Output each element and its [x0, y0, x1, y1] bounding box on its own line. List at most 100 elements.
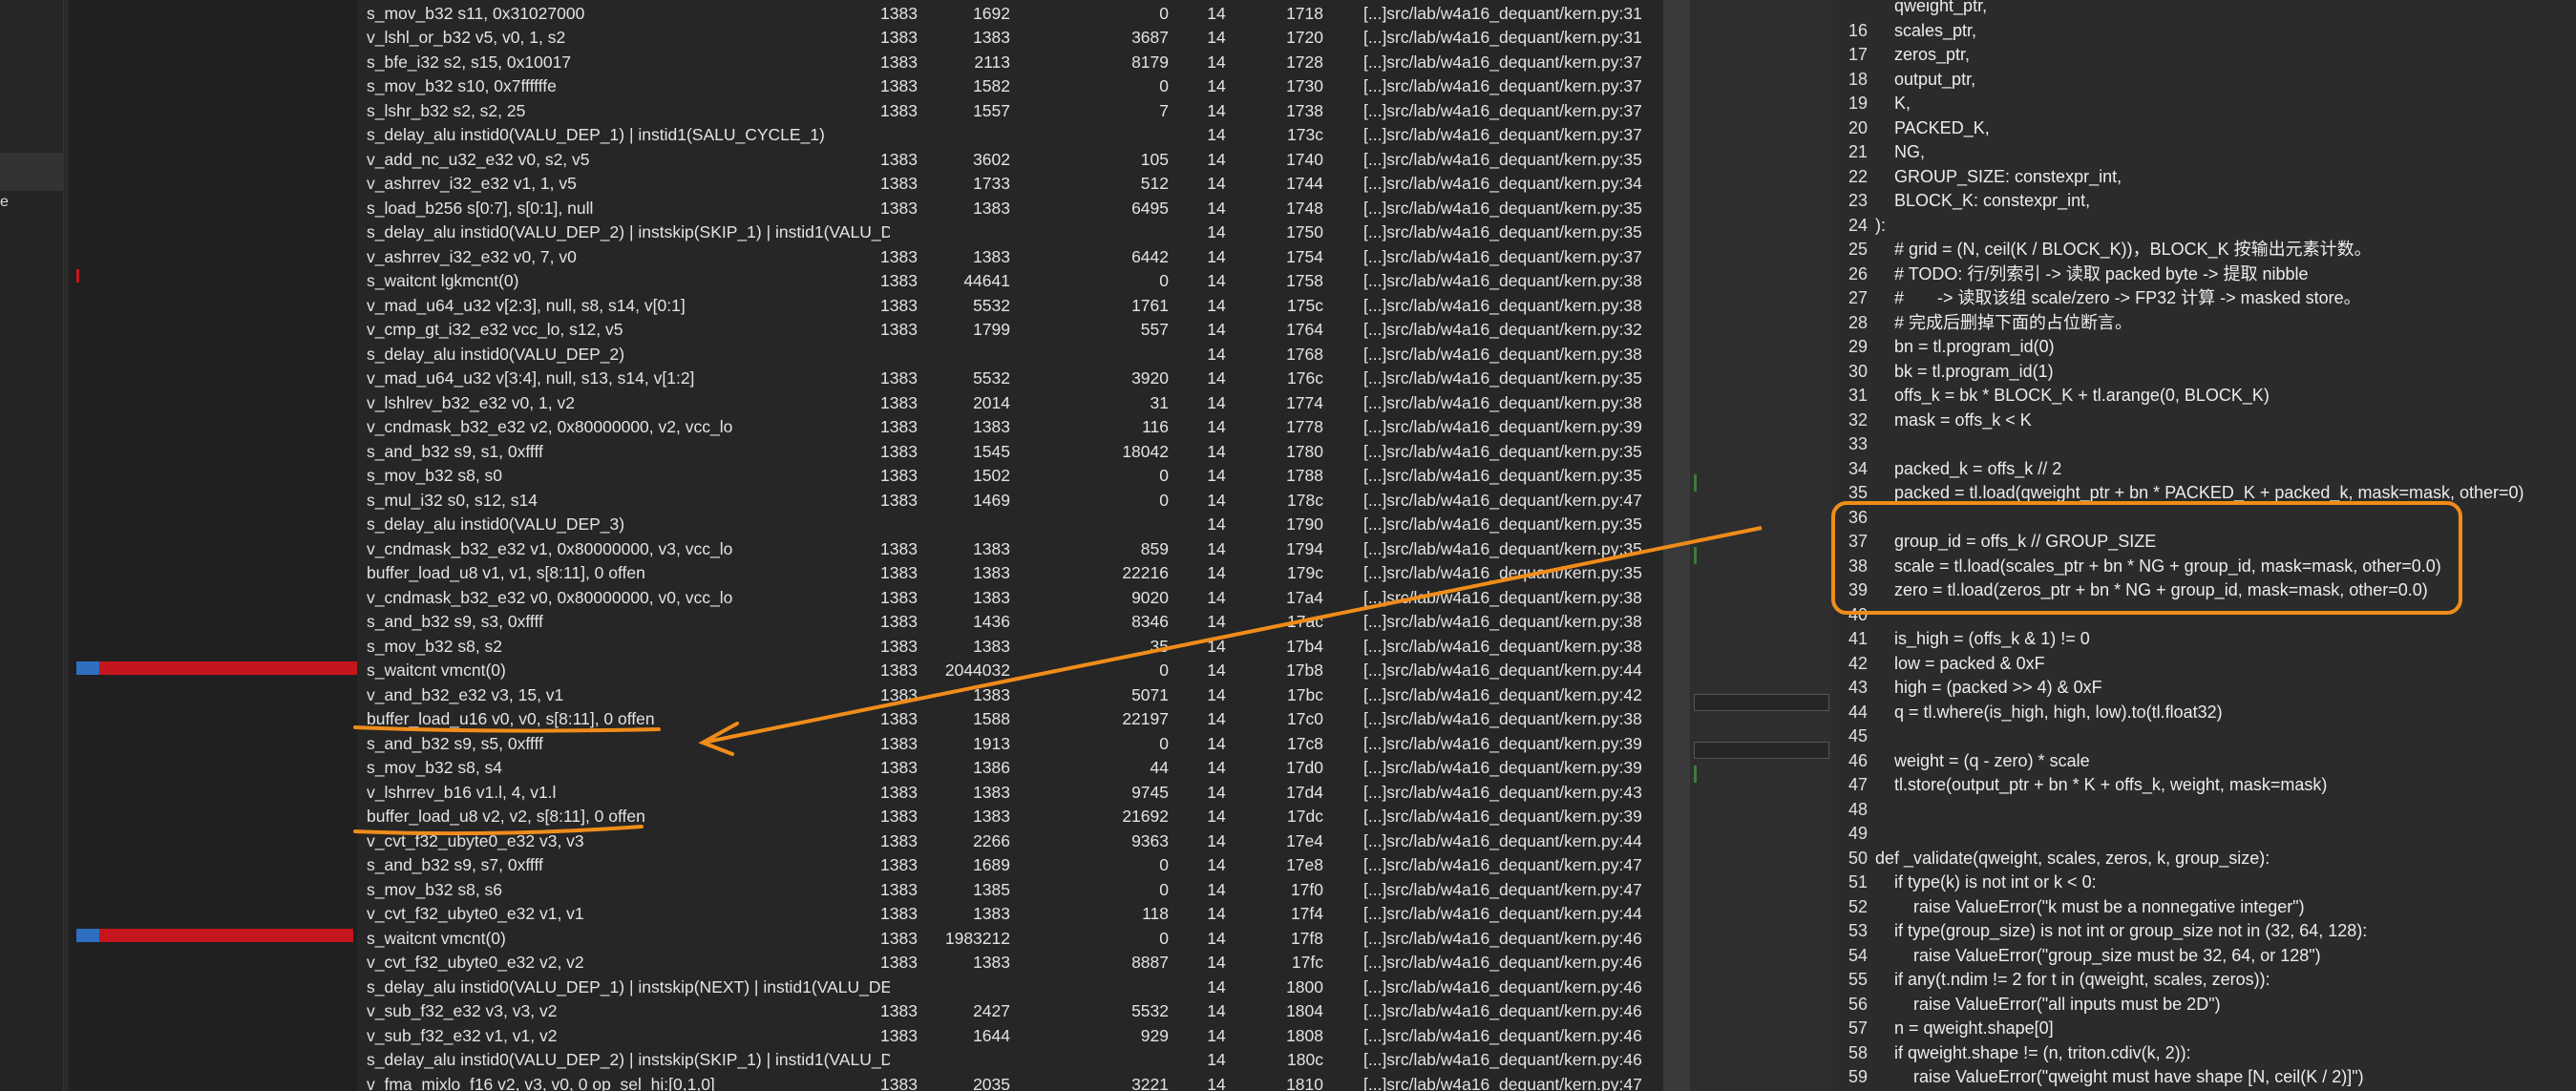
table-row[interactable]: v_mad_u64_u32 v[3:4], null, s13, s14, v[…: [357, 367, 1663, 391]
code-line[interactable]: 52 raise ValueError("k must be a nonnega…: [1833, 895, 2576, 920]
code-line[interactable]: 27 # -> 读取该组 scale/zero -> FP32 计算 -> ma…: [1833, 286, 2576, 311]
code-line[interactable]: 45: [1833, 724, 2576, 749]
table-row[interactable]: s_delay_alu instid0(VALU_DEP_2) 14 1768 [..…: [357, 343, 1663, 367]
table-row[interactable]: s_delay_alu instid0(VALU_DEP_2) | instsk…: [357, 220, 1663, 245]
code-line[interactable]: 54 raise ValueError("group_size must be …: [1833, 944, 2576, 969]
code-line[interactable]: 37 group_id = offs_k // GROUP_SIZE: [1833, 530, 2576, 555]
table-row[interactable]: buffer_load_u16 v0, v0, s[8:11], 0 offen…: [357, 707, 1663, 732]
table-row[interactable]: v_cvt_f32_ubyte0_e32 v1, v1 1383 1383 118 14…: [357, 902, 1663, 927]
code-line[interactable]: 53 if type(group_size) is not int or gro…: [1833, 919, 2576, 944]
code-line[interactable]: 59 raise ValueError("qweight must have s…: [1833, 1065, 2576, 1090]
code-line[interactable]: 26 # TODO: 行/列索引 -> 读取 packed byte -> 提取…: [1833, 262, 2576, 287]
code-line[interactable]: 23 BLOCK_K: constexpr_int,: [1833, 189, 2576, 214]
table-row[interactable]: s_delay_alu instid0(VALU_DEP_3) 14 1790 [..…: [357, 513, 1663, 537]
address-cell: 1794: [1286, 538, 1323, 558]
code-line[interactable]: 38 scale = tl.load(scales_ptr + bn * NG …: [1833, 555, 2576, 579]
disassembly-table[interactable]: s_mov_b32 s11, 0x31027000 1383 1692 0 14 1718…: [357, 0, 1663, 1091]
table-row[interactable]: s_mov_b32 s8, s4 1383 1386 44 14 17d0 [...]src…: [357, 756, 1663, 781]
table-row[interactable]: v_ashrrev_i32_e32 v1, 1, v5 1383 1733 512 14…: [357, 172, 1663, 197]
table-row[interactable]: s_bfe_i32 s2, s15, 0x10017 1383 2113 8179 14…: [357, 51, 1663, 75]
table-row[interactable]: s_mov_b32 s10, 0x7ffffffe 1383 1582 0 14 1730…: [357, 74, 1663, 99]
table-row[interactable]: v_lshlrev_b32_e32 v0, 1, v2 1383 2014 31 14 1…: [357, 391, 1663, 416]
table-row[interactable]: s_load_b256 s[0:7], s[0:1], null 1383 1383…: [357, 197, 1663, 221]
line-number: 21: [1848, 142, 1868, 161]
code-line[interactable]: 48: [1833, 798, 2576, 823]
code-line[interactable]: 29 bn = tl.program_id(0): [1833, 335, 2576, 360]
table-row[interactable]: v_cvt_f32_ubyte0_e32 v3, v3 1383 2266 9363 1…: [357, 829, 1663, 854]
pane-divider[interactable]: [1663, 0, 1690, 1091]
instruction-cell: s_and_b32 s9, s5, 0xffff: [367, 733, 543, 753]
cycles-cell: 1689: [973, 855, 1010, 874]
code-line[interactable]: 24):: [1833, 214, 2576, 239]
table-row[interactable]: v_lshrrev_b16 v1.l, 4, v1.l 1383 1383 9745 1…: [357, 781, 1663, 806]
code-line[interactable]: 43 high = (packed >> 4) & 0xF: [1833, 676, 2576, 701]
code-line[interactable]: 46 weight = (q - zero) * scale: [1833, 749, 2576, 774]
code-line[interactable]: 34 packed_k = offs_k // 2: [1833, 457, 2576, 482]
table-row[interactable]: buffer_load_u8 v1, v1, s[8:11], 0 offen 1…: [357, 561, 1663, 586]
code-line[interactable]: 33: [1833, 432, 2576, 457]
table-row[interactable]: v_cndmask_b32_e32 v2, 0x80000000, v2, vc…: [357, 415, 1663, 440]
code-line[interactable]: 44 q = tl.where(is_high, high, low).to(t…: [1833, 701, 2576, 725]
table-row[interactable]: s_delay_alu instid0(VALU_DEP_1) | instid…: [357, 123, 1663, 148]
code-line[interactable]: 32 mask = offs_k < K: [1833, 409, 2576, 433]
code-line[interactable]: 20 PACKED_K,: [1833, 116, 2576, 141]
table-row[interactable]: s_and_b32 s9, s5, 0xffff 1383 1913 0 14 17c8[…: [357, 732, 1663, 757]
code-line[interactable]: 31 offs_k = bk * BLOCK_K + tl.arange(0, …: [1833, 384, 2576, 409]
table-row[interactable]: s_waitcnt vmcnt(0) 1383 1983212 0 14 17f8 [...…: [357, 927, 1663, 952]
code-line[interactable]: 50 def _validate(qweight, scales, zeros, …: [1833, 847, 2576, 871]
code-line[interactable]: 30 bk = tl.program_id(1): [1833, 360, 2576, 385]
code-line[interactable]: 40: [1833, 603, 2576, 628]
table-row[interactable]: v_lshl_or_b32 v5, v0, 1, s2 1383 1383 3687 1…: [357, 26, 1663, 51]
table-row[interactable]: v_add_nc_u32_e32 v0, s2, v5 1383 3602 105 14…: [357, 148, 1663, 173]
table-row[interactable]: v_cmp_gt_i32_e32 vcc_lo, s12, v5 1383 1799…: [357, 318, 1663, 343]
source-code-view[interactable]: qweight_ptr, 16 scales_ptr, 17 zeros_ptr, 1…: [1833, 0, 2576, 1091]
table-row[interactable]: s_lshr_b32 s2, s2, 25 1383 1557 7 14 1738 [...…: [357, 99, 1663, 124]
code-line[interactable]: 49: [1833, 822, 2576, 847]
code-line[interactable]: 35 packed = tl.load(qweight_ptr + bn * P…: [1833, 481, 2576, 506]
code-line[interactable]: 41 is_high = (offs_k & 1) != 0: [1833, 627, 2576, 652]
table-row[interactable]: v_cndmask_b32_e32 v1, 0x80000000, v3, vc…: [357, 537, 1663, 562]
table-row[interactable]: v_and_b32_e32 v3, 15, v1 1383 1383 5071 14 17…: [357, 683, 1663, 708]
table-row[interactable]: v_cvt_f32_ubyte0_e32 v2, v2 1383 1383 8887 1…: [357, 951, 1663, 976]
table-row[interactable]: s_delay_alu instid0(VALU_DEP_1) | instsk…: [357, 976, 1663, 1000]
table-row[interactable]: v_sub_f32_e32 v1, v1, v2 1383 1644 929 14 180…: [357, 1024, 1663, 1049]
table-row[interactable]: s_waitcnt vmcnt(0) 1383 2044032 0 14 17b8 [...…: [357, 659, 1663, 683]
stall-bar-fill: [99, 929, 353, 942]
code-line[interactable]: 28 # 完成后删掉下面的占位断言。: [1833, 311, 2576, 336]
table-row[interactable]: s_mov_b32 s8, s2 1383 1383 35 14 17b4 [...]src…: [357, 635, 1663, 660]
code-line[interactable]: qweight_ptr,: [1833, 0, 2576, 19]
table-row[interactable]: s_and_b32 s9, s7, 0xffff 1383 1689 0 14 17e8[…: [357, 853, 1663, 878]
table-row[interactable]: buffer_load_u8 v2, v2, s[8:11], 0 offen 1…: [357, 805, 1663, 829]
table-row[interactable]: s_mov_b32 s8, s0 1383 1502 0 14 1788 [...]src/…: [357, 464, 1663, 489]
table-row[interactable]: s_delay_alu instid0(VALU_DEP_2) | instsk…: [357, 1048, 1663, 1073]
table-row[interactable]: s_and_b32 s9, s3, 0xffff 1383 1436 8346 14 17…: [357, 610, 1663, 635]
table-row[interactable]: v_fma_mixlo_f16 v2, v3, v0, 0 op_sel_hi:…: [357, 1073, 1663, 1091]
code-line[interactable]: 51 if type(k) is not int or k < 0:: [1833, 871, 2576, 895]
code-line[interactable]: 56 raise ValueError("all inputs must be …: [1833, 993, 2576, 1018]
table-row[interactable]: v_sub_f32_e32 v3, v3, v2 1383 2427 5532 14 18…: [357, 999, 1663, 1024]
code-line[interactable]: 57 n = qweight.shape[0]: [1833, 1017, 2576, 1041]
code-line[interactable]: 17 zeros_ptr,: [1833, 43, 2576, 68]
code-line[interactable]: 58 if qweight.shape != (n, triton.cdiv(k…: [1833, 1041, 2576, 1066]
code-line[interactable]: 25 # grid = (N, ceil(K / BLOCK_K))，BLOCK…: [1833, 238, 2576, 262]
table-row[interactable]: s_mov_b32 s11, 0x31027000 1383 1692 0 14 1718…: [357, 2, 1663, 27]
table-row[interactable]: v_cndmask_b32_e32 v0, 0x80000000, v0, vc…: [357, 586, 1663, 611]
code-line[interactable]: 21 NG,: [1833, 140, 2576, 165]
table-row[interactable]: v_ashrrev_i32_e32 v0, 7, v0 1383 1383 6442 1…: [357, 245, 1663, 270]
table-row[interactable]: s_mul_i32 s0, s12, s14 1383 1469 0 14 178c [..…: [357, 489, 1663, 514]
code-line[interactable]: 55 if any(t.ndim != 2 for t in (qweight,…: [1833, 968, 2576, 993]
code-line[interactable]: 22 GROUP_SIZE: constexpr_int,: [1833, 165, 2576, 190]
table-row[interactable]: v_mad_u64_u32 v[2:3], null, s8, s14, v[0…: [357, 294, 1663, 319]
instruction-cell: s_and_b32 s9, s7, 0xffff: [367, 855, 543, 874]
code-line[interactable]: 19 K,: [1833, 92, 2576, 116]
code-line[interactable]: 42 low = packed & 0xF: [1833, 652, 2576, 677]
latency-cell: 9020: [1131, 587, 1169, 607]
code-line[interactable]: 47 tl.store(output_ptr + bn * K + offs_k…: [1833, 773, 2576, 798]
table-row[interactable]: s_mov_b32 s8, s6 1383 1385 0 14 17f0 [...]src/…: [357, 878, 1663, 903]
code-line[interactable]: 16 scales_ptr,: [1833, 19, 2576, 44]
code-line[interactable]: 39 zero = tl.load(zeros_ptr + bn * NG + …: [1833, 578, 2576, 603]
code-line[interactable]: 18 output_ptr,: [1833, 68, 2576, 93]
table-row[interactable]: s_waitcnt lgkmcnt(0) 1383 44641 0 14 1758 [...…: [357, 269, 1663, 294]
table-row[interactable]: s_and_b32 s9, s1, 0xffff 1383 1545 18042 14 1…: [357, 440, 1663, 465]
code-line[interactable]: 36: [1833, 506, 2576, 531]
